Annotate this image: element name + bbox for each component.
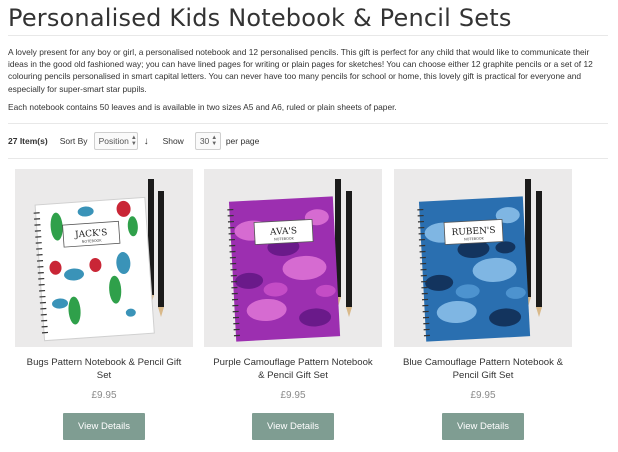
- product-name[interactable]: Bugs Pattern Notebook & Pencil Gift Set: [14, 357, 194, 382]
- intro-paragraph: Each notebook contains 50 leaves and is …: [8, 101, 397, 112]
- per-page-select[interactable]: 30 ▲ ▼: [194, 132, 221, 150]
- select-arrows-icon: ▲ ▼: [211, 135, 218, 147]
- sort-by-value: Position: [98, 136, 129, 146]
- blue-camo-notebook-image[interactable]: RUBEN'S NOTEBOOK: [394, 169, 572, 347]
- item-count: 27 Item(s): [8, 136, 48, 146]
- bugs-notebook-image[interactable]: JACK'S NOTEBOOK: [15, 169, 193, 347]
- view-details-button[interactable]: View Details: [252, 413, 334, 440]
- product-toolbar: 27 Item(s) Sort By Position ▲ ▼ ↓ Show 30…: [8, 131, 608, 151]
- product-price: £9.95: [91, 390, 117, 401]
- product-card: RUBEN'S NOTEBOOK Blue Camouflage Pattern…: [393, 169, 573, 440]
- show-label: Show: [162, 136, 184, 146]
- purple-camo-notebook-image[interactable]: AVA'S NOTEBOOK: [204, 169, 382, 347]
- product-card: JACK'S NOTEBOOK Bugs Pattern Notebook & …: [14, 169, 194, 440]
- category-description: A lovely present for any boy or girl, a …: [8, 46, 608, 119]
- product-name[interactable]: Purple Camouflage Pattern Notebook & Pen…: [203, 357, 383, 382]
- title-divider: [8, 35, 608, 36]
- sort-by-label: Sort By: [59, 136, 88, 146]
- product-card: AVA'S NOTEBOOK Purple Camouflage Pattern…: [203, 169, 383, 440]
- per-page-label: per page: [225, 136, 260, 146]
- sort-by-select[interactable]: Position ▲ ▼: [93, 132, 138, 150]
- toolbar-divider-top: [8, 123, 608, 124]
- select-arrows-icon: ▲ ▼: [130, 135, 137, 147]
- intro-paragraph: A lovely present for any boy or girl, a …: [8, 47, 593, 94]
- sort-direction-icon[interactable]: ↓: [144, 136, 149, 147]
- page-title: Personalised Kids Notebook & Pencil Sets: [8, 4, 512, 32]
- product-name[interactable]: Blue Camouflage Pattern Notebook & Penci…: [393, 357, 573, 382]
- view-details-button[interactable]: View Details: [442, 413, 524, 440]
- per-page-value: 30: [199, 136, 210, 146]
- product-price: £9.95: [280, 390, 306, 401]
- view-details-button[interactable]: View Details: [63, 413, 145, 440]
- toolbar-divider-bottom: [8, 158, 608, 159]
- product-price: £9.95: [470, 390, 496, 401]
